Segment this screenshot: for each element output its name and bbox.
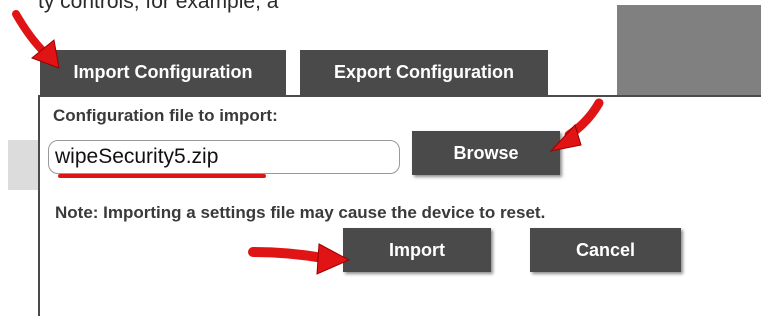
import-button[interactable]: Import xyxy=(343,228,491,272)
cancel-button[interactable]: Cancel xyxy=(530,228,681,272)
gray-background-block xyxy=(617,5,761,95)
arrow-icon xyxy=(549,98,604,152)
arrow-icon xyxy=(12,10,60,69)
cropped-text: ty controls, for example, a xyxy=(38,0,279,13)
file-path-input[interactable] xyxy=(48,140,400,174)
gray-side-block xyxy=(8,140,38,190)
tab-export-configuration[interactable]: Export Configuration xyxy=(300,50,548,95)
reset-warning-note: Note: Importing a settings file may caus… xyxy=(55,203,546,222)
file-to-import-label: Configuration file to import: xyxy=(53,106,278,125)
arrow-icon xyxy=(248,243,351,275)
red-underline-annotation xyxy=(58,174,266,178)
tab-import-configuration[interactable]: Import Configuration xyxy=(40,50,286,95)
